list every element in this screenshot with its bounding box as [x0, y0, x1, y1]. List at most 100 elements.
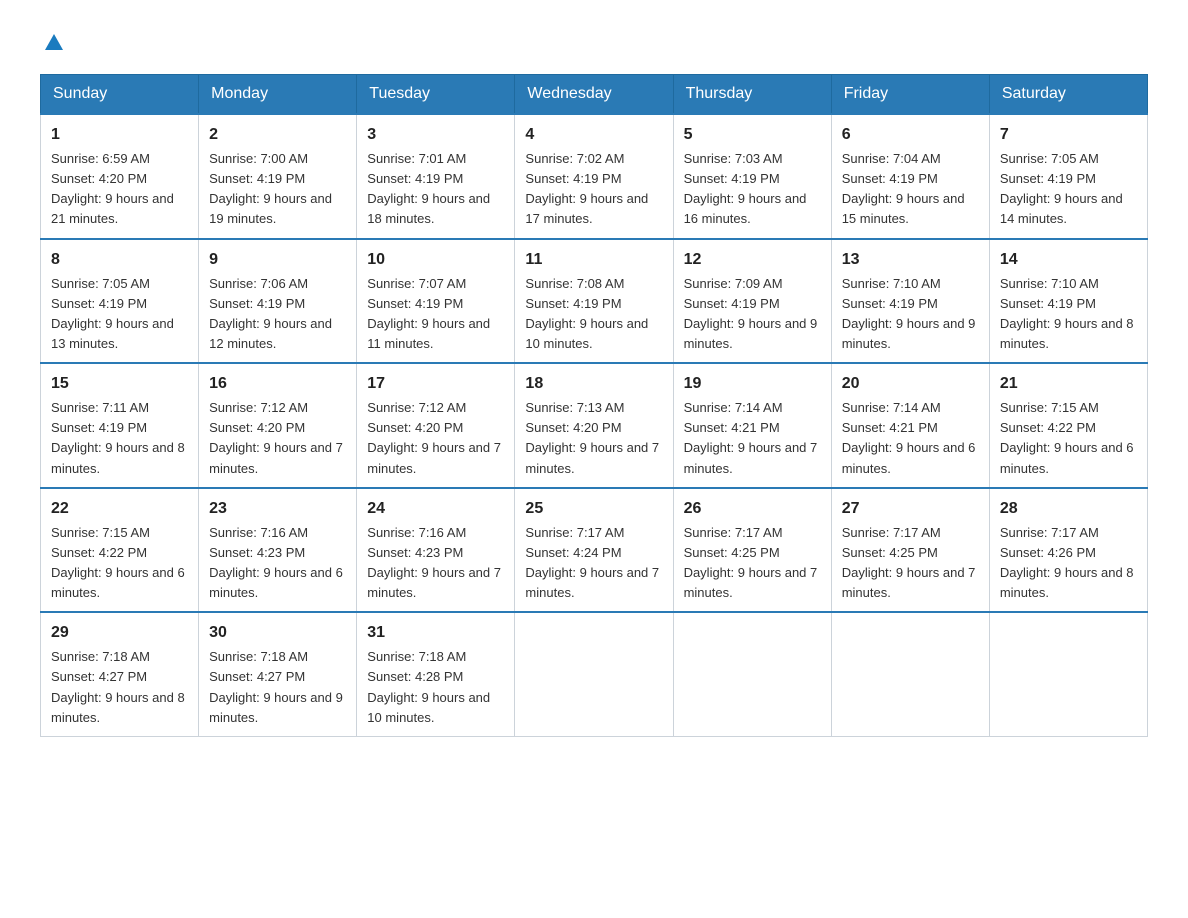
calendar-cell: 13Sunrise: 7:10 AMSunset: 4:19 PMDayligh…: [831, 239, 989, 364]
calendar-week-row: 29Sunrise: 7:18 AMSunset: 4:27 PMDayligh…: [41, 612, 1148, 736]
cell-sun-info: Sunrise: 7:14 AMSunset: 4:21 PMDaylight:…: [842, 398, 979, 479]
cell-sun-info: Sunrise: 7:03 AMSunset: 4:19 PMDaylight:…: [684, 149, 821, 230]
calendar-cell: 31Sunrise: 7:18 AMSunset: 4:28 PMDayligh…: [357, 612, 515, 736]
calendar-cell: 29Sunrise: 7:18 AMSunset: 4:27 PMDayligh…: [41, 612, 199, 736]
day-number: 17: [367, 372, 504, 396]
day-number: 4: [525, 123, 662, 147]
calendar-cell: 2Sunrise: 7:00 AMSunset: 4:19 PMDaylight…: [199, 114, 357, 239]
cell-sun-info: Sunrise: 7:01 AMSunset: 4:19 PMDaylight:…: [367, 149, 504, 230]
calendar-cell: 18Sunrise: 7:13 AMSunset: 4:20 PMDayligh…: [515, 363, 673, 488]
cell-sun-info: Sunrise: 7:17 AMSunset: 4:24 PMDaylight:…: [525, 523, 662, 604]
logo: [40, 30, 65, 54]
day-number: 15: [51, 372, 188, 396]
day-number: 16: [209, 372, 346, 396]
day-number: 30: [209, 621, 346, 645]
calendar-cell: 26Sunrise: 7:17 AMSunset: 4:25 PMDayligh…: [673, 488, 831, 613]
calendar-week-row: 15Sunrise: 7:11 AMSunset: 4:19 PMDayligh…: [41, 363, 1148, 488]
day-number: 10: [367, 248, 504, 272]
calendar-week-row: 1Sunrise: 6:59 AMSunset: 4:20 PMDaylight…: [41, 114, 1148, 239]
cell-sun-info: Sunrise: 7:18 AMSunset: 4:27 PMDaylight:…: [51, 647, 188, 728]
calendar-table: SundayMondayTuesdayWednesdayThursdayFrid…: [40, 74, 1148, 737]
calendar-cell: 24Sunrise: 7:16 AMSunset: 4:23 PMDayligh…: [357, 488, 515, 613]
weekday-header-row: SundayMondayTuesdayWednesdayThursdayFrid…: [41, 75, 1148, 115]
cell-sun-info: Sunrise: 7:10 AMSunset: 4:19 PMDaylight:…: [1000, 274, 1137, 355]
weekday-header-wednesday: Wednesday: [515, 75, 673, 115]
weekday-header-thursday: Thursday: [673, 75, 831, 115]
weekday-header-sunday: Sunday: [41, 75, 199, 115]
day-number: 21: [1000, 372, 1137, 396]
cell-sun-info: Sunrise: 7:16 AMSunset: 4:23 PMDaylight:…: [209, 523, 346, 604]
cell-sun-info: Sunrise: 7:02 AMSunset: 4:19 PMDaylight:…: [525, 149, 662, 230]
calendar-cell: 6Sunrise: 7:04 AMSunset: 4:19 PMDaylight…: [831, 114, 989, 239]
cell-sun-info: Sunrise: 7:12 AMSunset: 4:20 PMDaylight:…: [367, 398, 504, 479]
cell-sun-info: Sunrise: 7:18 AMSunset: 4:27 PMDaylight:…: [209, 647, 346, 728]
day-number: 18: [525, 372, 662, 396]
day-number: 1: [51, 123, 188, 147]
cell-sun-info: Sunrise: 7:05 AMSunset: 4:19 PMDaylight:…: [1000, 149, 1137, 230]
calendar-cell: 1Sunrise: 6:59 AMSunset: 4:20 PMDaylight…: [41, 114, 199, 239]
calendar-cell: 14Sunrise: 7:10 AMSunset: 4:19 PMDayligh…: [989, 239, 1147, 364]
cell-sun-info: Sunrise: 7:08 AMSunset: 4:19 PMDaylight:…: [525, 274, 662, 355]
calendar-cell: 22Sunrise: 7:15 AMSunset: 4:22 PMDayligh…: [41, 488, 199, 613]
cell-sun-info: Sunrise: 7:10 AMSunset: 4:19 PMDaylight:…: [842, 274, 979, 355]
calendar-week-row: 8Sunrise: 7:05 AMSunset: 4:19 PMDaylight…: [41, 239, 1148, 364]
day-number: 2: [209, 123, 346, 147]
calendar-cell: [673, 612, 831, 736]
day-number: 3: [367, 123, 504, 147]
cell-sun-info: Sunrise: 7:14 AMSunset: 4:21 PMDaylight:…: [684, 398, 821, 479]
calendar-cell: 10Sunrise: 7:07 AMSunset: 4:19 PMDayligh…: [357, 239, 515, 364]
cell-sun-info: Sunrise: 7:06 AMSunset: 4:19 PMDaylight:…: [209, 274, 346, 355]
day-number: 28: [1000, 497, 1137, 521]
calendar-cell: 9Sunrise: 7:06 AMSunset: 4:19 PMDaylight…: [199, 239, 357, 364]
day-number: 19: [684, 372, 821, 396]
day-number: 29: [51, 621, 188, 645]
cell-sun-info: Sunrise: 7:00 AMSunset: 4:19 PMDaylight:…: [209, 149, 346, 230]
logo-triangle-icon: [43, 32, 65, 54]
cell-sun-info: Sunrise: 7:18 AMSunset: 4:28 PMDaylight:…: [367, 647, 504, 728]
calendar-cell: 25Sunrise: 7:17 AMSunset: 4:24 PMDayligh…: [515, 488, 673, 613]
calendar-cell: 16Sunrise: 7:12 AMSunset: 4:20 PMDayligh…: [199, 363, 357, 488]
day-number: 26: [684, 497, 821, 521]
calendar-cell: [515, 612, 673, 736]
cell-sun-info: Sunrise: 7:17 AMSunset: 4:25 PMDaylight:…: [684, 523, 821, 604]
weekday-header-tuesday: Tuesday: [357, 75, 515, 115]
cell-sun-info: Sunrise: 6:59 AMSunset: 4:20 PMDaylight:…: [51, 149, 188, 230]
calendar-cell: 17Sunrise: 7:12 AMSunset: 4:20 PMDayligh…: [357, 363, 515, 488]
day-number: 24: [367, 497, 504, 521]
calendar-cell: 4Sunrise: 7:02 AMSunset: 4:19 PMDaylight…: [515, 114, 673, 239]
cell-sun-info: Sunrise: 7:13 AMSunset: 4:20 PMDaylight:…: [525, 398, 662, 479]
cell-sun-info: Sunrise: 7:15 AMSunset: 4:22 PMDaylight:…: [1000, 398, 1137, 479]
calendar-cell: 23Sunrise: 7:16 AMSunset: 4:23 PMDayligh…: [199, 488, 357, 613]
day-number: 6: [842, 123, 979, 147]
calendar-cell: 12Sunrise: 7:09 AMSunset: 4:19 PMDayligh…: [673, 239, 831, 364]
cell-sun-info: Sunrise: 7:17 AMSunset: 4:25 PMDaylight:…: [842, 523, 979, 604]
calendar-cell: 15Sunrise: 7:11 AMSunset: 4:19 PMDayligh…: [41, 363, 199, 488]
calendar-cell: 8Sunrise: 7:05 AMSunset: 4:19 PMDaylight…: [41, 239, 199, 364]
calendar-cell: 11Sunrise: 7:08 AMSunset: 4:19 PMDayligh…: [515, 239, 673, 364]
day-number: 7: [1000, 123, 1137, 147]
day-number: 31: [367, 621, 504, 645]
calendar-cell: 3Sunrise: 7:01 AMSunset: 4:19 PMDaylight…: [357, 114, 515, 239]
cell-sun-info: Sunrise: 7:09 AMSunset: 4:19 PMDaylight:…: [684, 274, 821, 355]
cell-sun-info: Sunrise: 7:16 AMSunset: 4:23 PMDaylight:…: [367, 523, 504, 604]
cell-sun-info: Sunrise: 7:04 AMSunset: 4:19 PMDaylight:…: [842, 149, 979, 230]
page-header: [40, 30, 1148, 54]
weekday-header-saturday: Saturday: [989, 75, 1147, 115]
cell-sun-info: Sunrise: 7:07 AMSunset: 4:19 PMDaylight:…: [367, 274, 504, 355]
calendar-cell: [831, 612, 989, 736]
day-number: 20: [842, 372, 979, 396]
calendar-cell: 20Sunrise: 7:14 AMSunset: 4:21 PMDayligh…: [831, 363, 989, 488]
day-number: 12: [684, 248, 821, 272]
cell-sun-info: Sunrise: 7:05 AMSunset: 4:19 PMDaylight:…: [51, 274, 188, 355]
cell-sun-info: Sunrise: 7:12 AMSunset: 4:20 PMDaylight:…: [209, 398, 346, 479]
calendar-cell: 27Sunrise: 7:17 AMSunset: 4:25 PMDayligh…: [831, 488, 989, 613]
calendar-cell: 30Sunrise: 7:18 AMSunset: 4:27 PMDayligh…: [199, 612, 357, 736]
calendar-cell: 19Sunrise: 7:14 AMSunset: 4:21 PMDayligh…: [673, 363, 831, 488]
day-number: 8: [51, 248, 188, 272]
day-number: 23: [209, 497, 346, 521]
cell-sun-info: Sunrise: 7:11 AMSunset: 4:19 PMDaylight:…: [51, 398, 188, 479]
calendar-week-row: 22Sunrise: 7:15 AMSunset: 4:22 PMDayligh…: [41, 488, 1148, 613]
calendar-cell: 21Sunrise: 7:15 AMSunset: 4:22 PMDayligh…: [989, 363, 1147, 488]
day-number: 22: [51, 497, 188, 521]
day-number: 5: [684, 123, 821, 147]
